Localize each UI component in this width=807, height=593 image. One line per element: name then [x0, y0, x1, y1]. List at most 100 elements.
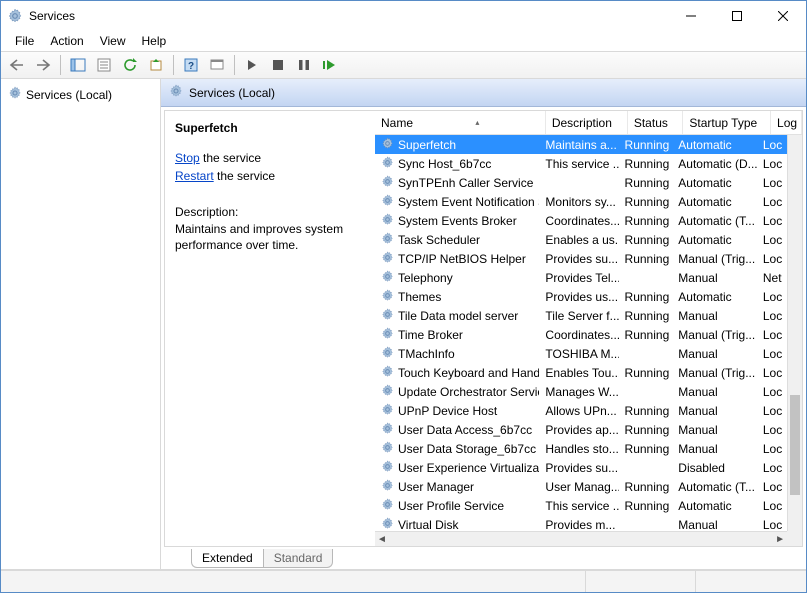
console-button[interactable]: [205, 54, 229, 76]
table-row[interactable]: Task SchedulerEnables a us...RunningAuto…: [375, 230, 787, 249]
restart-service-button[interactable]: [318, 54, 342, 76]
service-desc-cell: Coordinates...: [539, 328, 618, 342]
table-row[interactable]: System Event Notification S...Monitors s…: [375, 192, 787, 211]
maximize-button[interactable]: [714, 1, 760, 31]
column-log-on-as[interactable]: Log: [771, 111, 802, 134]
service-desc-cell: Handles sto...: [539, 442, 618, 456]
service-status-cell: Running: [619, 176, 673, 190]
table-row[interactable]: User Data Access_6b7ccProvides ap...Runn…: [375, 420, 787, 439]
service-row-icon: [381, 327, 394, 343]
menu-view[interactable]: View: [92, 32, 134, 50]
menu-file[interactable]: File: [7, 32, 42, 50]
service-name-cell: Task Scheduler: [398, 233, 480, 247]
service-actions: Stop the service Restart the service: [175, 149, 365, 185]
service-row-icon: [381, 156, 394, 172]
service-row-icon: [381, 403, 394, 419]
service-logon-cell: Loc: [757, 480, 787, 494]
table-row[interactable]: User ManagerUser Manag...RunningAutomati…: [375, 477, 787, 496]
forward-button[interactable]: [31, 54, 55, 76]
service-row-icon: [381, 232, 394, 248]
service-status-cell: Running: [619, 404, 673, 418]
toolbar-separator: [60, 55, 61, 75]
service-logon-cell: Loc: [757, 461, 787, 475]
restart-link[interactable]: Restart: [175, 169, 214, 183]
scroll-thumb[interactable]: [790, 395, 800, 495]
table-row[interactable]: Touch Keyboard and Hand...Enables Tou...…: [375, 363, 787, 382]
table-row[interactable]: System Events BrokerCoordinates...Runnin…: [375, 211, 787, 230]
minimize-button[interactable]: [668, 1, 714, 31]
service-logon-cell: Loc: [757, 499, 787, 513]
vertical-scrollbar[interactable]: [787, 135, 802, 531]
table-row[interactable]: SuperfetchMaintains a...RunningAutomatic…: [375, 135, 787, 154]
table-row[interactable]: User Experience Virtualizatio...Provides…: [375, 458, 787, 477]
service-status-cell: Running: [619, 480, 673, 494]
column-description[interactable]: Description: [546, 111, 628, 134]
menu-action[interactable]: Action: [42, 32, 91, 50]
toolbar: ?: [1, 51, 806, 79]
selected-service-name: Superfetch: [175, 121, 365, 135]
properties-button[interactable]: [92, 54, 116, 76]
table-row[interactable]: Sync Host_6b7ccThis service ...RunningAu…: [375, 154, 787, 173]
pause-service-button[interactable]: [292, 54, 316, 76]
column-status[interactable]: Status: [628, 111, 684, 134]
table-row[interactable]: User Data Storage_6b7ccHandles sto...Run…: [375, 439, 787, 458]
show-hide-tree-button[interactable]: [66, 54, 90, 76]
tab-standard[interactable]: Standard: [263, 549, 334, 568]
table-row[interactable]: Tile Data model serverTile Server f...Ru…: [375, 306, 787, 325]
tab-extended[interactable]: Extended: [191, 549, 263, 568]
service-row-icon: [381, 479, 394, 495]
refresh-button[interactable]: [118, 54, 142, 76]
back-button[interactable]: [5, 54, 29, 76]
service-status-cell: Running: [619, 195, 673, 209]
table-row[interactable]: Update Orchestrator ServiceManages W...M…: [375, 382, 787, 401]
export-list-button[interactable]: [144, 54, 168, 76]
service-logon-cell: Loc: [757, 347, 787, 361]
service-name-cell: Virtual Disk: [398, 518, 458, 532]
service-desc-cell: Provides m...: [539, 518, 618, 532]
column-name[interactable]: Name▴: [375, 111, 546, 134]
table-row[interactable]: User Profile ServiceThis service ...Runn…: [375, 496, 787, 515]
result-pane: Services (Local) Superfetch Stop the ser…: [161, 79, 806, 569]
table-row[interactable]: UPnP Device HostAllows UPn...RunningManu…: [375, 401, 787, 420]
services-icon: [7, 8, 23, 24]
close-button[interactable]: [760, 1, 806, 31]
pane-header-icon: [169, 84, 183, 101]
service-logon-cell: Loc: [757, 214, 787, 228]
restart-suffix: the service: [214, 169, 275, 183]
service-desc-cell: This service ...: [539, 499, 618, 513]
service-startup-cell: Automatic (T...: [672, 480, 757, 494]
service-logon-cell: Loc: [757, 423, 787, 437]
table-row[interactable]: Time BrokerCoordinates...RunningManual (…: [375, 325, 787, 344]
scroll-right-icon[interactable]: ►: [775, 534, 785, 545]
menu-help[interactable]: Help: [134, 32, 175, 50]
service-name-cell: Telephony: [398, 271, 453, 285]
service-name-cell: Touch Keyboard and Hand...: [398, 366, 539, 380]
service-name-cell: Time Broker: [398, 328, 463, 342]
service-desc-cell: TOSHIBA M...: [539, 347, 618, 361]
help-button[interactable]: ?: [179, 54, 203, 76]
stop-service-button[interactable]: [266, 54, 290, 76]
service-name-cell: TCP/IP NetBIOS Helper: [398, 252, 526, 266]
scroll-left-icon[interactable]: ◄: [377, 534, 387, 545]
service-row-icon: [381, 308, 394, 324]
table-row[interactable]: TelephonyProvides Tel...ManualNet: [375, 268, 787, 287]
service-row-icon: [381, 251, 394, 267]
status-bar: [1, 570, 806, 592]
stop-link[interactable]: Stop: [175, 151, 200, 165]
extended-view: Superfetch Stop the service Restart the …: [164, 110, 803, 547]
table-row[interactable]: TMachInfoTOSHIBA M...ManualLoc: [375, 344, 787, 363]
list-body: SuperfetchMaintains a...RunningAutomatic…: [375, 135, 802, 546]
status-cell: [696, 571, 806, 592]
service-desc-cell: Maintains a...: [539, 138, 618, 152]
service-row-icon: [381, 460, 394, 476]
table-row[interactable]: ThemesProvides us...RunningAutomaticLoc: [375, 287, 787, 306]
start-service-button[interactable]: [240, 54, 264, 76]
table-row[interactable]: SynTPEnh Caller ServiceRunningAutomaticL…: [375, 173, 787, 192]
horizontal-scrollbar[interactable]: ◄►: [375, 531, 787, 546]
tree-item-services-local[interactable]: Services (Local): [3, 83, 158, 106]
table-row[interactable]: TCP/IP NetBIOS HelperProvides su...Runni…: [375, 249, 787, 268]
service-logon-cell: Loc: [757, 195, 787, 209]
list-header: Name▴ Description Status Startup Type Lo…: [375, 111, 802, 135]
column-startup-type[interactable]: Startup Type: [683, 111, 771, 134]
pane-header: Services (Local): [161, 79, 806, 107]
